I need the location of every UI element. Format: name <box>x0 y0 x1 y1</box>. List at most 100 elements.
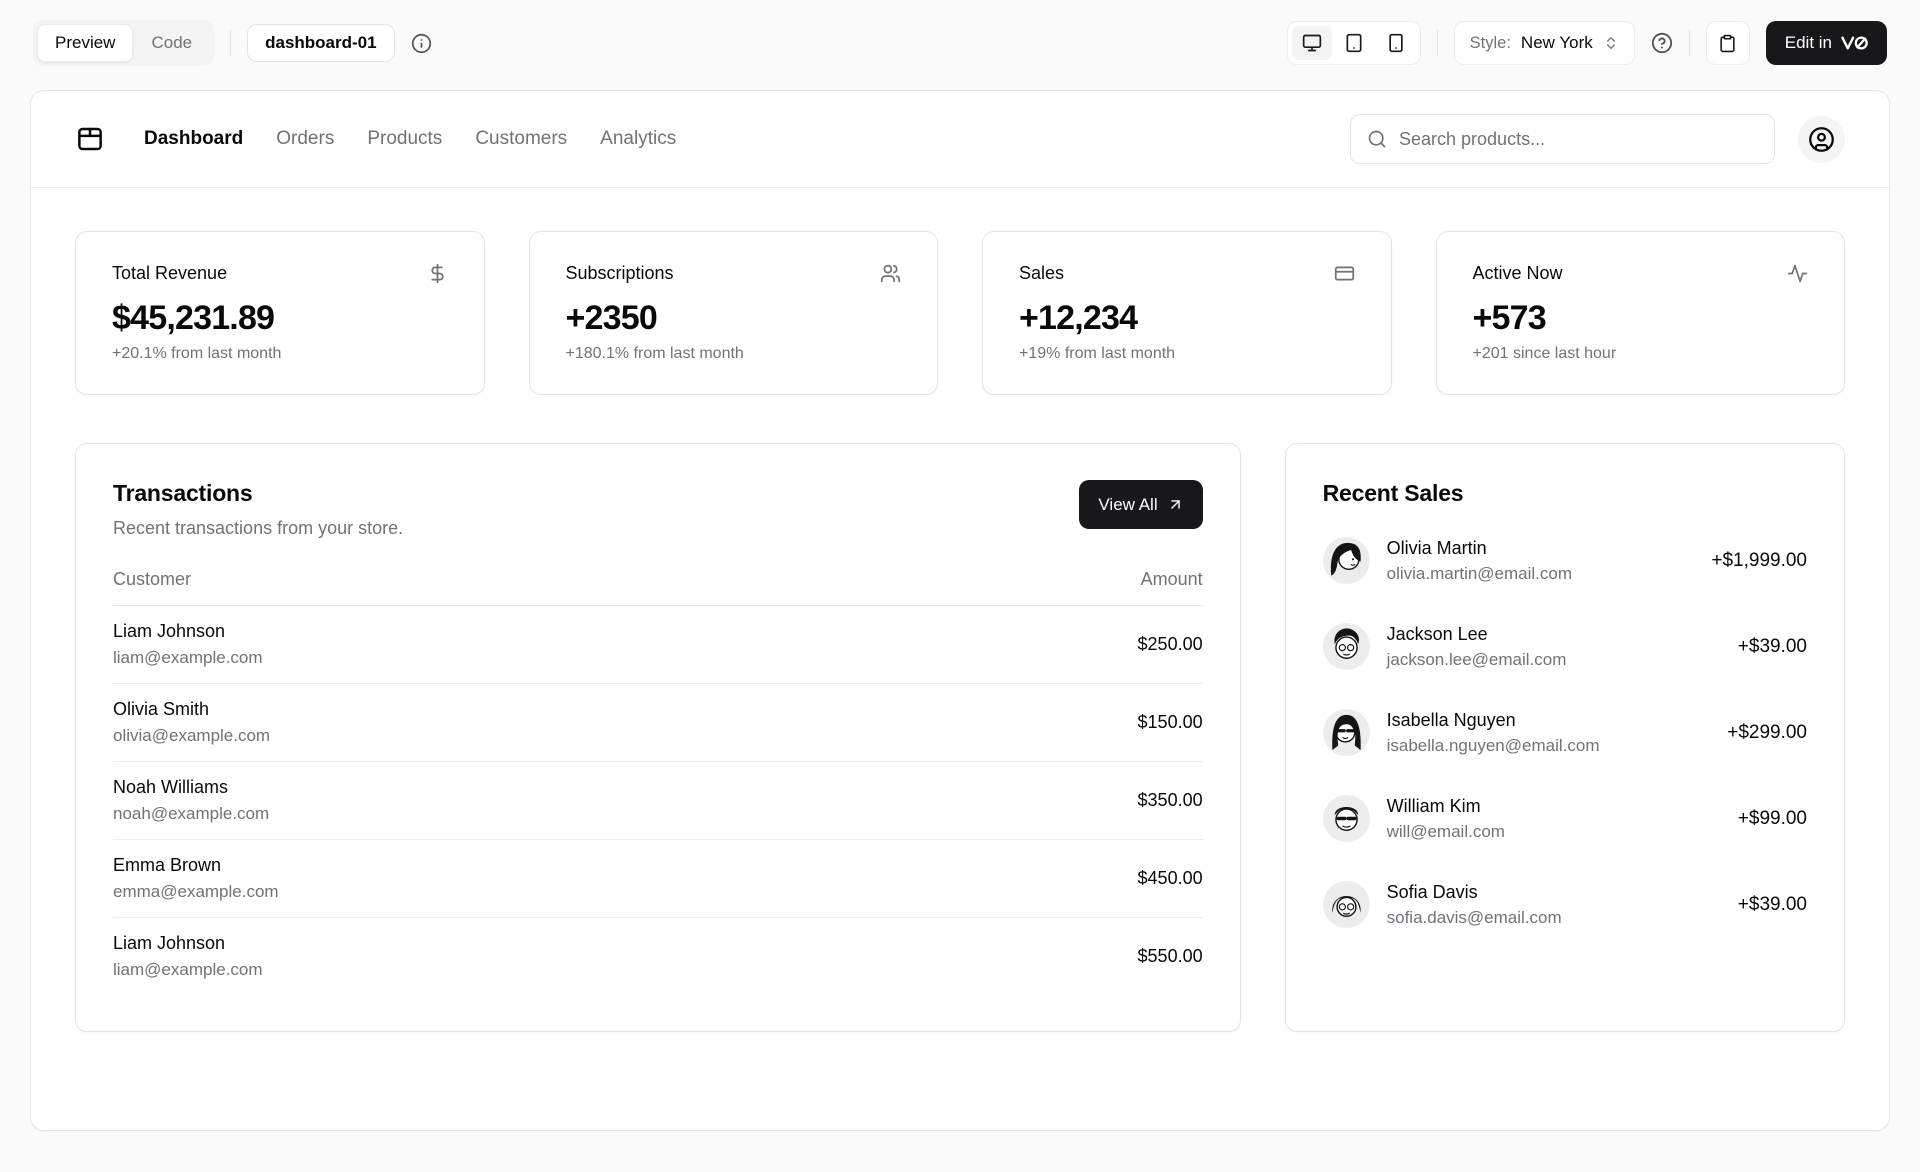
stat-change: +20.1% from last month <box>112 345 448 363</box>
toolbar-divider <box>1437 30 1438 56</box>
tab-code[interactable]: Code <box>133 24 210 62</box>
list-item[interactable]: Olivia Martin olivia.martin@email.com +$… <box>1323 537 1807 584</box>
info-icon[interactable] <box>411 33 432 54</box>
nav-item-dashboard[interactable]: Dashboard <box>144 128 243 150</box>
transactions-description: Recent transactions from your store. <box>113 518 403 539</box>
customer-email: emma@example.com <box>113 882 279 902</box>
stat-value: +573 <box>1473 299 1809 338</box>
user-account-button[interactable] <box>1798 116 1845 163</box>
search-input[interactable] <box>1399 129 1758 150</box>
block-name-badge[interactable]: dashboard-01 <box>247 24 394 62</box>
style-select-value: New York <box>1521 33 1593 53</box>
stat-card-total-revenue: Total Revenue $45,231.89 +20.1% from las… <box>75 231 485 395</box>
transactions-title: Transactions <box>113 480 403 507</box>
sale-customer-name: Olivia Martin <box>1387 538 1572 559</box>
search-icon <box>1367 129 1387 149</box>
transaction-amount: $150.00 <box>1138 712 1203 733</box>
stat-value: +2350 <box>566 299 902 338</box>
recent-sales-title: Recent Sales <box>1323 480 1807 507</box>
customer-email: liam@example.com <box>113 648 263 668</box>
edit-in-v0-label: Edit in <box>1785 33 1832 53</box>
customer-name: Liam Johnson <box>113 933 263 954</box>
customer-email: liam@example.com <box>113 960 263 980</box>
tablet-view-button[interactable] <box>1334 26 1374 60</box>
list-item[interactable]: Sofia Davis sofia.davis@email.com +$39.0… <box>1323 881 1807 928</box>
stat-title: Total Revenue <box>112 263 227 284</box>
table-row[interactable]: Liam Johnson liam@example.com $250.00 <box>113 606 1203 684</box>
customer-email: noah@example.com <box>113 804 269 824</box>
nav-links: Dashboard Orders Products Customers Anal… <box>144 128 676 150</box>
list-item[interactable]: William Kim will@email.com +$99.00 <box>1323 795 1807 842</box>
dollar-sign-icon <box>427 263 448 284</box>
table-row[interactable]: Olivia Smith olivia@example.com $150.00 <box>113 684 1203 762</box>
stat-card-active-now: Active Now +573 +201 since last hour <box>1436 231 1846 395</box>
style-select[interactable]: Style: New York <box>1454 21 1635 65</box>
edit-in-v0-button[interactable]: Edit in <box>1766 21 1887 65</box>
table-row[interactable]: Liam Johnson liam@example.com $550.00 <box>113 918 1203 995</box>
store-package-icon[interactable] <box>75 124 105 154</box>
sale-customer-name: Sofia Davis <box>1387 882 1562 903</box>
stat-change: +180.1% from last month <box>566 345 902 363</box>
recent-sales-panel: Recent Sales Olivia Martin olivia.martin… <box>1285 443 1845 1032</box>
users-icon <box>880 263 901 284</box>
sale-amount: +$99.00 <box>1738 808 1807 830</box>
sale-customer-email: sofia.davis@email.com <box>1387 908 1562 928</box>
dashboard-preview-frame: Dashboard Orders Products Customers Anal… <box>30 90 1890 1131</box>
dashboard-navbar: Dashboard Orders Products Customers Anal… <box>31 91 1889 188</box>
table-row[interactable]: Noah Williams noah@example.com $350.00 <box>113 762 1203 840</box>
nav-item-products[interactable]: Products <box>367 128 442 150</box>
help-icon[interactable] <box>1651 32 1673 54</box>
nav-item-analytics[interactable]: Analytics <box>600 128 676 150</box>
avatar-william-kim <box>1323 795 1370 842</box>
phone-view-button[interactable] <box>1376 26 1416 60</box>
smartphone-icon <box>1386 33 1406 53</box>
tablet-icon <box>1344 33 1364 53</box>
view-all-button[interactable]: View All <box>1079 480 1202 529</box>
sale-customer-email: will@email.com <box>1387 822 1505 842</box>
transaction-amount: $350.00 <box>1138 790 1203 811</box>
desktop-view-button[interactable] <box>1292 26 1332 60</box>
sale-customer-name: William Kim <box>1387 796 1505 817</box>
avatar-jackson-lee <box>1323 623 1370 670</box>
clipboard-icon <box>1718 34 1737 53</box>
avatar-sofia-davis <box>1323 881 1370 928</box>
stat-value: +12,234 <box>1019 299 1355 338</box>
list-item[interactable]: Isabella Nguyen isabella.nguyen@email.co… <box>1323 709 1807 756</box>
stat-card-subscriptions: Subscriptions +2350 +180.1% from last mo… <box>529 231 939 395</box>
column-header-customer: Customer <box>113 569 191 590</box>
avatar-olivia-martin <box>1323 537 1370 584</box>
stat-card-sales: Sales +12,234 +19% from last month <box>982 231 1392 395</box>
chevrons-up-down-icon <box>1603 35 1619 51</box>
table-row[interactable]: Emma Brown emma@example.com $450.00 <box>113 840 1203 918</box>
stat-value: $45,231.89 <box>112 299 448 338</box>
stat-change: +201 since last hour <box>1473 345 1809 363</box>
column-header-amount: Amount <box>1141 569 1203 590</box>
avatar-isabella-nguyen <box>1323 709 1370 756</box>
arrow-up-right-icon <box>1167 496 1184 513</box>
transaction-amount: $450.00 <box>1138 868 1203 889</box>
recent-sales-list: Olivia Martin olivia.martin@email.com +$… <box>1323 537 1807 928</box>
customer-name: Olivia Smith <box>113 699 270 720</box>
nav-item-customers[interactable]: Customers <box>475 128 567 150</box>
view-tab-group: Preview Code <box>33 20 214 66</box>
sale-customer-name: Isabella Nguyen <box>1387 710 1600 731</box>
copy-code-button[interactable] <box>1706 21 1750 65</box>
transactions-table: Customer Amount Liam Johnson liam@exampl… <box>113 569 1203 995</box>
nav-item-orders[interactable]: Orders <box>276 128 334 150</box>
customer-email: olivia@example.com <box>113 726 270 746</box>
top-toolbar: Preview Code dashboard-01 Style: New Yor… <box>0 0 1920 66</box>
view-all-label: View All <box>1098 495 1157 515</box>
credit-card-icon <box>1334 263 1355 284</box>
customer-name: Noah Williams <box>113 777 269 798</box>
toolbar-divider <box>230 30 231 56</box>
sale-amount: +$299.00 <box>1727 722 1807 744</box>
sale-customer-email: isabella.nguyen@email.com <box>1387 736 1600 756</box>
search-box <box>1350 114 1775 164</box>
device-toggle-group <box>1287 21 1421 65</box>
list-item[interactable]: Jackson Lee jackson.lee@email.com +$39.0… <box>1323 623 1807 670</box>
style-select-label: Style: <box>1470 34 1511 53</box>
transactions-panel: Transactions Recent transactions from yo… <box>75 443 1241 1032</box>
stats-row: Total Revenue $45,231.89 +20.1% from las… <box>75 231 1845 395</box>
tab-preview[interactable]: Preview <box>37 24 133 62</box>
v0-logo-icon <box>1841 36 1868 50</box>
